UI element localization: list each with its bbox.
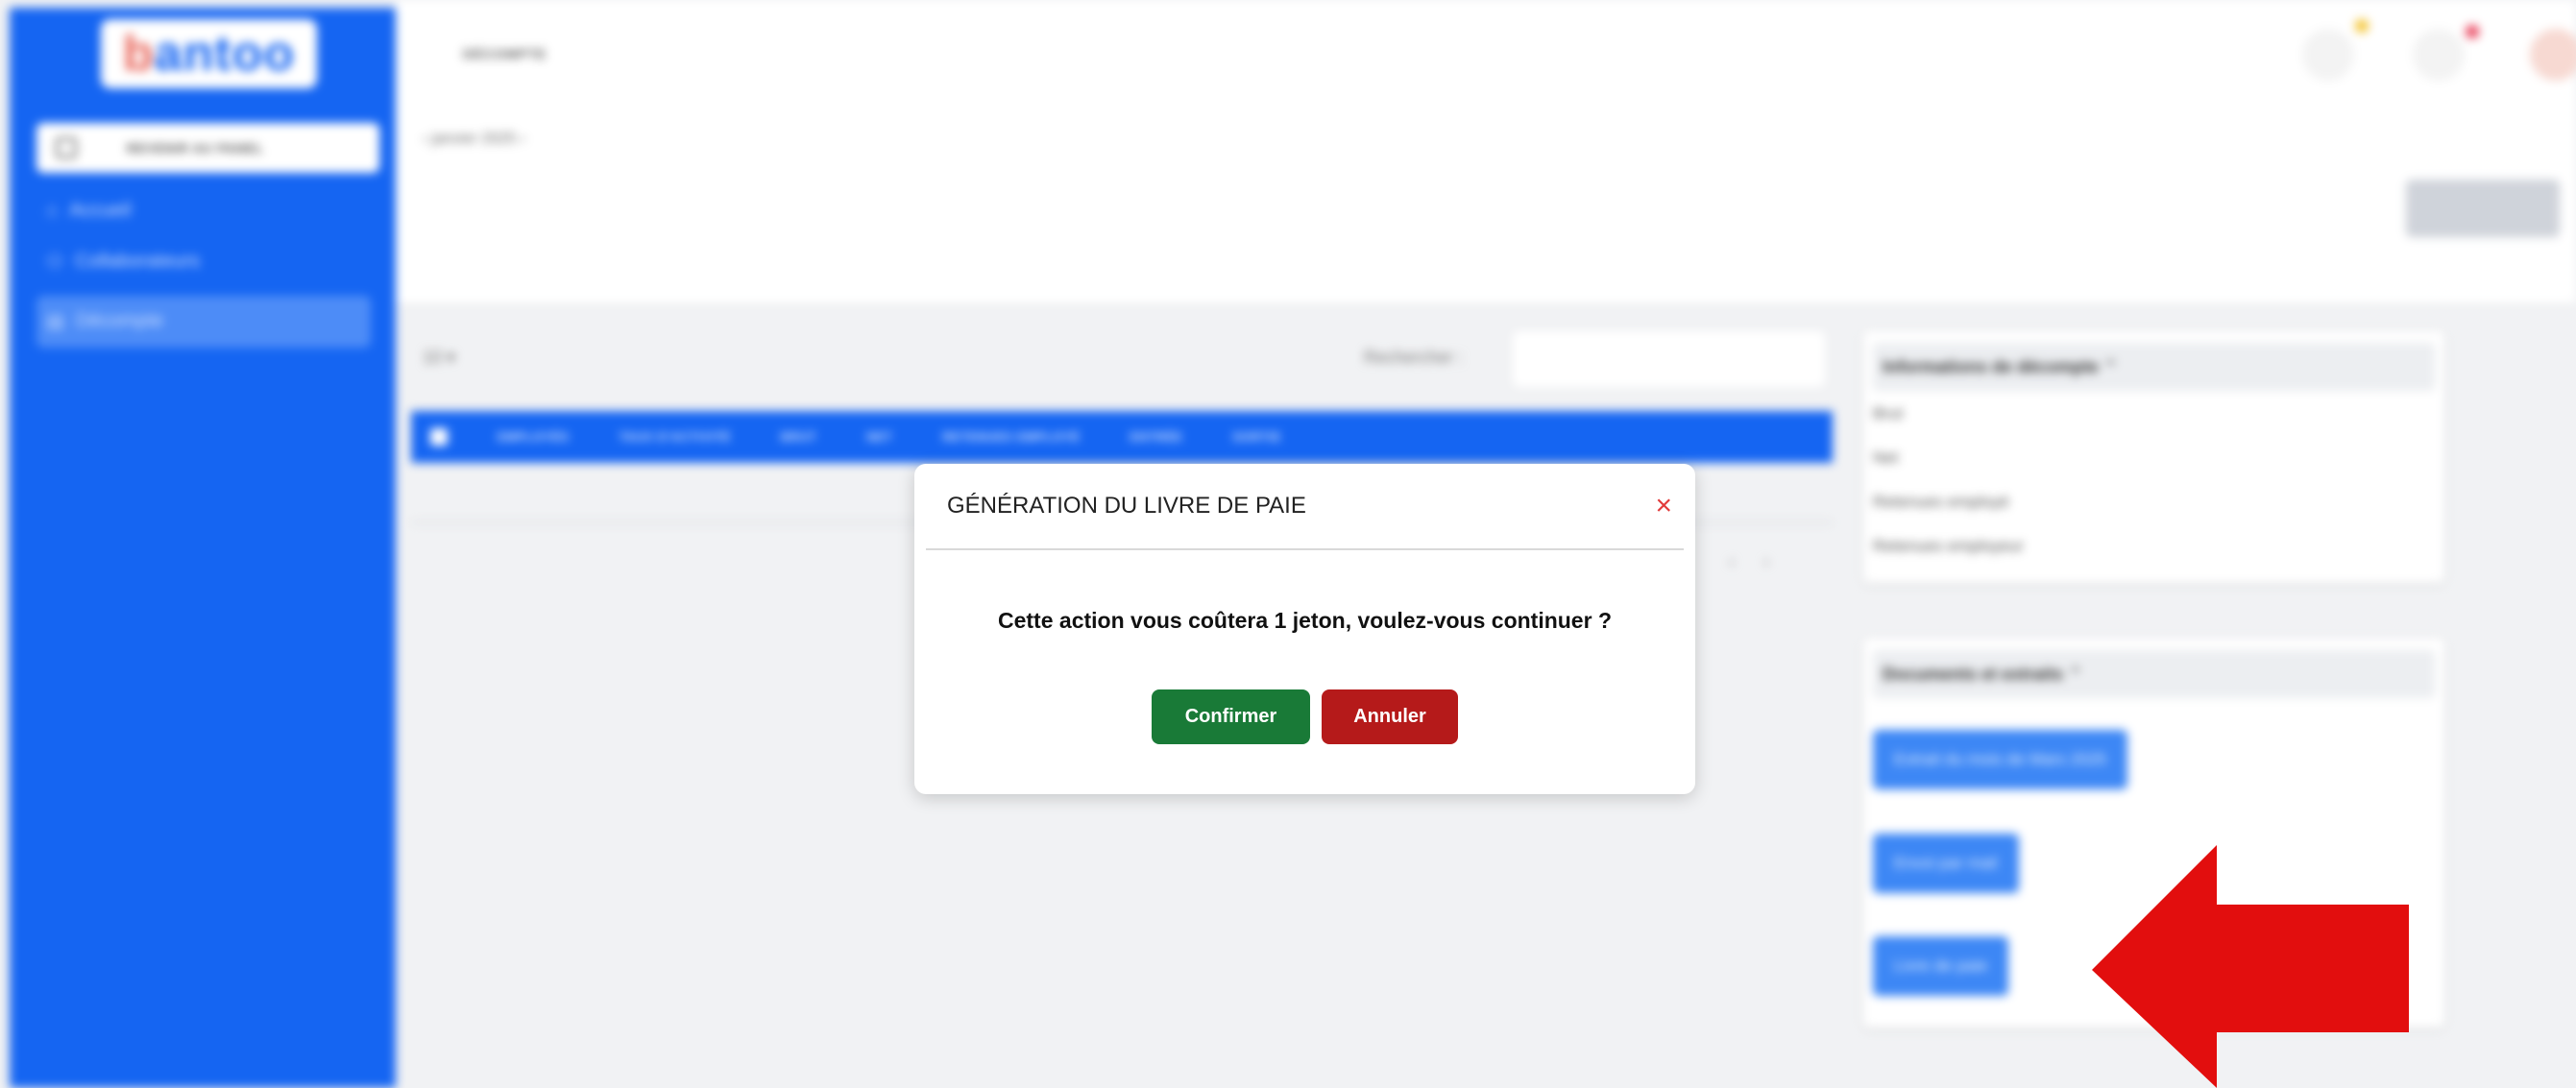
close-icon[interactable]: × [1655,492,1672,520]
select-all-checkbox[interactable] [430,428,448,446]
pagination[interactable]: ‹› [1729,552,1798,572]
search-label: Rechercher : [1364,348,1464,367]
logo: b antoo [101,19,317,88]
documents-panel-title[interactable]: Documents et extraits ⌃ [1873,650,2435,698]
column-header[interactable]: NET [866,430,892,444]
period-bar [396,110,2576,302]
column-header[interactable]: ENTRÉE [1130,430,1183,444]
info-row: Retenues employé [1873,493,2009,511]
modal-message: Cette action vous coûtera 1 jeton, voule… [998,608,1612,633]
avatar[interactable] [2530,29,2576,81]
sidebar-item-decompte[interactable]: ▤ Décompte [46,309,163,333]
info-row: Net [1873,448,1899,467]
users-icon: ⚇ [46,252,63,273]
bell-icon[interactable] [2413,29,2465,81]
alert-dot [2466,25,2479,38]
export-button[interactable] [2406,180,2560,237]
period-selector[interactable]: ‹ janvier 2025 › [423,131,525,148]
notification-dot [2355,19,2369,33]
panel-icon [56,137,77,158]
table-header: EMPLOYÉS TAUX D'ACTIVITÉ BRUT NET RETENU… [411,411,1833,463]
help-icon[interactable] [2302,29,2354,81]
payroll-book-modal: GÉNÉRATION DU LIVRE DE PAIE × Cette acti… [914,464,1695,794]
column-header[interactable]: SORTIE [1232,430,1281,444]
top-bar: DÉCOMPTE [396,0,2576,110]
column-header[interactable]: TAUX D'ACTIVITÉ [620,430,731,444]
document-icon: ▤ [46,311,64,332]
page-title: DÉCOMPTE [463,46,547,61]
payroll-book-button[interactable]: Livre de paie [1873,936,2009,996]
send-by-mail-button[interactable]: Envoi par mail [1873,834,2019,893]
column-header[interactable]: EMPLOYÉS [498,430,570,444]
column-header[interactable]: BRUT [781,430,816,444]
column-header[interactable]: RETENUES EMPLOYÉ [942,430,1080,444]
info-panel-title[interactable]: Informations de décompte ⌃ [1873,343,2435,391]
monthly-extract-button[interactable]: Extrait du mois de Mars 2025 [1873,730,2128,789]
cancel-button[interactable]: Annuler [1322,689,1458,744]
confirm-button[interactable]: Confirmer [1152,689,1310,744]
modal-actions: Confirmer Annuler [914,689,1695,744]
modal-header: GÉNÉRATION DU LIVRE DE PAIE × [926,464,1684,550]
per-page-select[interactable]: 10 ▾ [423,348,455,368]
info-panel: Informations de décompte ⌃ Brut Net Rete… [1863,331,2444,583]
search-input[interactable] [1513,331,1825,387]
info-row: Brut [1873,404,1904,423]
sidebar-item-collaborators[interactable]: ⚇ Collaborateurs [46,250,200,274]
red-arrow-annotation [2092,845,2409,1088]
back-to-panel-button[interactable]: REVENIR AU PANEL [36,123,379,173]
info-row: Retenues employeur [1873,537,2024,555]
sidebar: b antoo REVENIR AU PANEL ⌂ Accueil ⚇ Coll… [10,8,396,1088]
sidebar-item-home[interactable]: ⌂ Accueil [46,200,132,222]
home-icon: ⌂ [46,200,59,221]
modal-title: GÉNÉRATION DU LIVRE DE PAIE [947,493,1306,519]
